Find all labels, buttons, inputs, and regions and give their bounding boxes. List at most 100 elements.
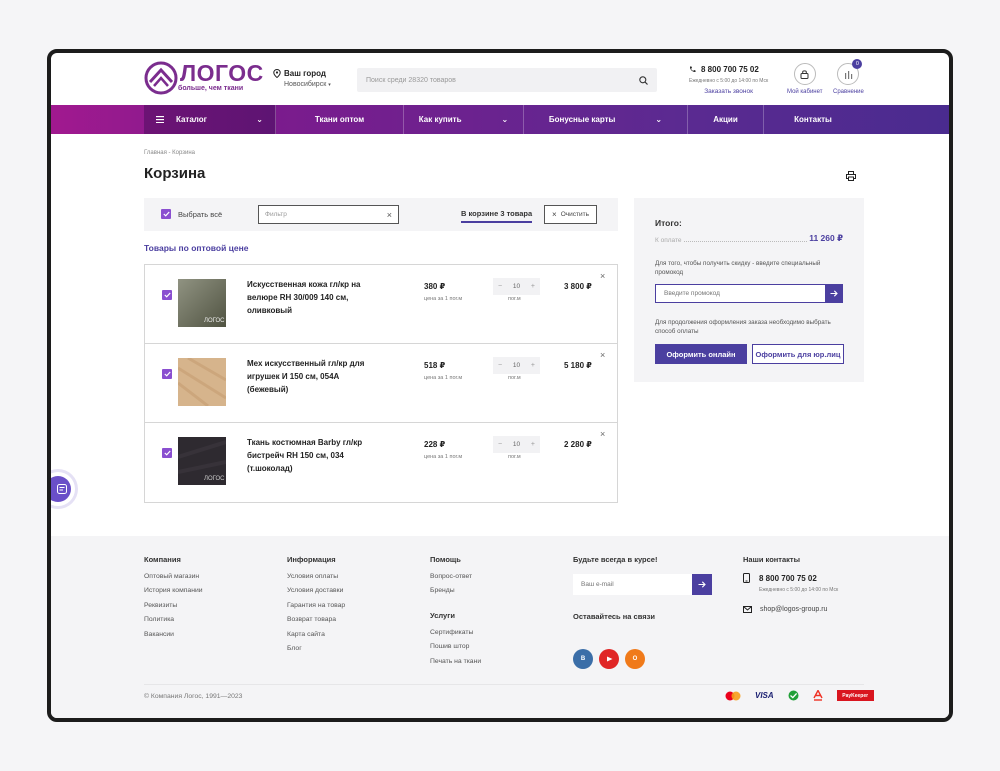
footer-link[interactable]: Реквизиты [144,602,203,616]
compare-button[interactable]: 0 Сравнение [833,59,864,95]
item-checkbox[interactable] [162,369,172,379]
nav-catalog-label: Каталог [176,115,207,124]
product-name[interactable]: Искусственная кожа гл/кр на велюре RH 30… [247,278,382,317]
nav-bonus-cards[interactable]: Бонусные карты ⌄ [524,105,688,134]
product-image[interactable]: ЛОГОС [178,437,226,485]
nav-bonus-cards-label: Бонусные карты [548,115,616,124]
product-image[interactable]: ЛОГОС [178,279,226,327]
item-checkbox[interactable] [162,448,172,458]
footer-services-title: Услуги [430,610,455,620]
mastercard-icon [725,691,741,700]
footer-link[interactable]: Условия оплаты [287,573,345,587]
nav-wholesale[interactable]: Ткани оптом [276,105,404,134]
footer-phone[interactable]: 8 800 700 75 02 [759,574,817,583]
promo-note: Для того, чтобы получить скидку - введит… [655,260,821,276]
visa-icon: VISA [755,691,774,700]
footer-link[interactable]: Печать на ткани [430,658,481,672]
remove-item-icon[interactable]: × [600,429,605,439]
chevron-down-icon: ⌄ [501,115,509,124]
subscribe-field[interactable] [573,574,712,595]
check-icon [163,450,171,456]
quantity-value[interactable]: 10 [513,362,520,369]
footer-link[interactable]: Блог [287,645,345,659]
quantity-value[interactable]: 10 [513,283,520,290]
promo-field[interactable] [655,284,843,303]
footer-link[interactable]: Вакансии [144,631,203,645]
section-title: Товары по оптовой цене [144,243,249,253]
nav-catalog[interactable]: Каталог ⌄ [144,105,276,134]
checkout-online-button[interactable]: Оформить онлайн [655,344,747,364]
quantity-stepper[interactable]: − 10 + [493,436,540,453]
footer-link[interactable]: Сертификаты [430,629,481,643]
select-all[interactable]: Выбрать всё [161,209,222,219]
price-unit: цена за 1 пог.м [424,454,463,460]
quantity-unit: пог.м [508,296,521,302]
plus-icon[interactable]: + [531,441,535,448]
item-checkbox[interactable] [162,290,172,300]
quantity-stepper[interactable]: − 10 + [493,278,540,295]
logo[interactable]: ЛОГОС больше, чем ткани [144,61,264,95]
remove-item-icon[interactable]: × [600,350,605,360]
checkout-legal-button[interactable]: Оформить для юр.лиц [752,344,844,364]
footer-link[interactable]: Условия доставки [287,587,345,601]
in-cart-count[interactable]: В корзине 3 товара [461,209,533,223]
plus-icon[interactable]: + [531,362,535,369]
clear-cart-button[interactable]: × Очистить [544,205,597,224]
print-icon[interactable] [846,171,856,181]
footer-divider [144,684,864,685]
footer-link[interactable]: Бренды [430,587,481,601]
footer-link[interactable]: Вопрос-ответ [430,573,481,587]
footer-help-title: Помощь [430,555,461,564]
footer-link[interactable]: Возврат товара [287,616,345,630]
footer-link[interactable]: Оптовый магазин [144,573,203,587]
quantity-unit: пог.м [508,454,521,460]
email-input[interactable] [581,581,681,588]
product-name[interactable]: Ткань костюмная Barby гл/кр бистрейч RH … [247,436,382,475]
account-button[interactable]: Мой кабинет [787,63,823,95]
footer-email[interactable]: shop@logos-group.ru [760,606,827,613]
search-input[interactable] [366,76,616,84]
search-icon[interactable] [639,75,648,85]
plus-icon[interactable]: + [531,283,535,290]
product-price: 228 ₽ [424,440,446,449]
product-image[interactable] [178,358,226,406]
subscribe-button[interactable] [692,574,712,595]
footer-contacts: Наши контакты 8 800 700 75 02 Ежедневно … [743,555,838,613]
minus-icon[interactable]: − [498,441,502,448]
minus-icon[interactable]: − [498,283,502,290]
breadcrumb[interactable]: Главная - Корзина [144,150,195,156]
compare-label: Сравнение [833,89,864,95]
footer-link[interactable]: Пошив штор [430,643,481,657]
select-all-checkbox[interactable] [161,209,171,219]
quantity-value[interactable]: 10 [513,441,520,448]
nav-promotions[interactable]: Акции [688,105,764,134]
remove-item-icon[interactable]: × [600,271,605,281]
quantity-stepper[interactable]: − 10 + [493,357,540,374]
chat-button[interactable] [51,472,75,506]
footer-link[interactable]: Карта сайта [287,631,345,645]
nav-contacts[interactable]: Контакты [764,105,862,134]
footer-link[interactable]: История компании [144,587,203,601]
social-links: В О [573,649,651,669]
apply-promo-button[interactable] [825,284,843,303]
footer-link[interactable]: Политика [144,616,203,630]
filter-input[interactable]: Фильтр × [258,205,399,224]
youtube-icon[interactable] [599,649,619,669]
footer-link[interactable]: Гарантия на товар [287,602,345,616]
cart-item: ЛОГОС Искусственная кожа гл/кр на велюре… [145,265,617,344]
subscribe-title: Будьте всегда в курсе! [573,555,658,564]
callback-link[interactable]: Заказать звонок [689,88,768,95]
product-name[interactable]: Мех искусственный гл/кр для игрушек И 15… [247,357,382,396]
vk-icon[interactable]: В [573,649,593,669]
close-icon[interactable]: × [387,210,392,220]
minus-icon[interactable]: − [498,362,502,369]
odnoklassniki-icon[interactable]: О [625,649,645,669]
mobile-phone-icon [743,573,750,583]
city-selector[interactable]: Ваш город Новосибирск ▾ [273,69,331,88]
product-price: 380 ₽ [424,282,446,291]
nav-how-to-buy[interactable]: Как купить ⌄ [404,105,524,134]
promo-input[interactable] [664,290,814,297]
search-bar[interactable] [357,68,657,92]
nav-how-to-buy-label: Как купить [418,115,462,124]
header-phone[interactable]: 8 800 700 75 02 [701,65,759,74]
